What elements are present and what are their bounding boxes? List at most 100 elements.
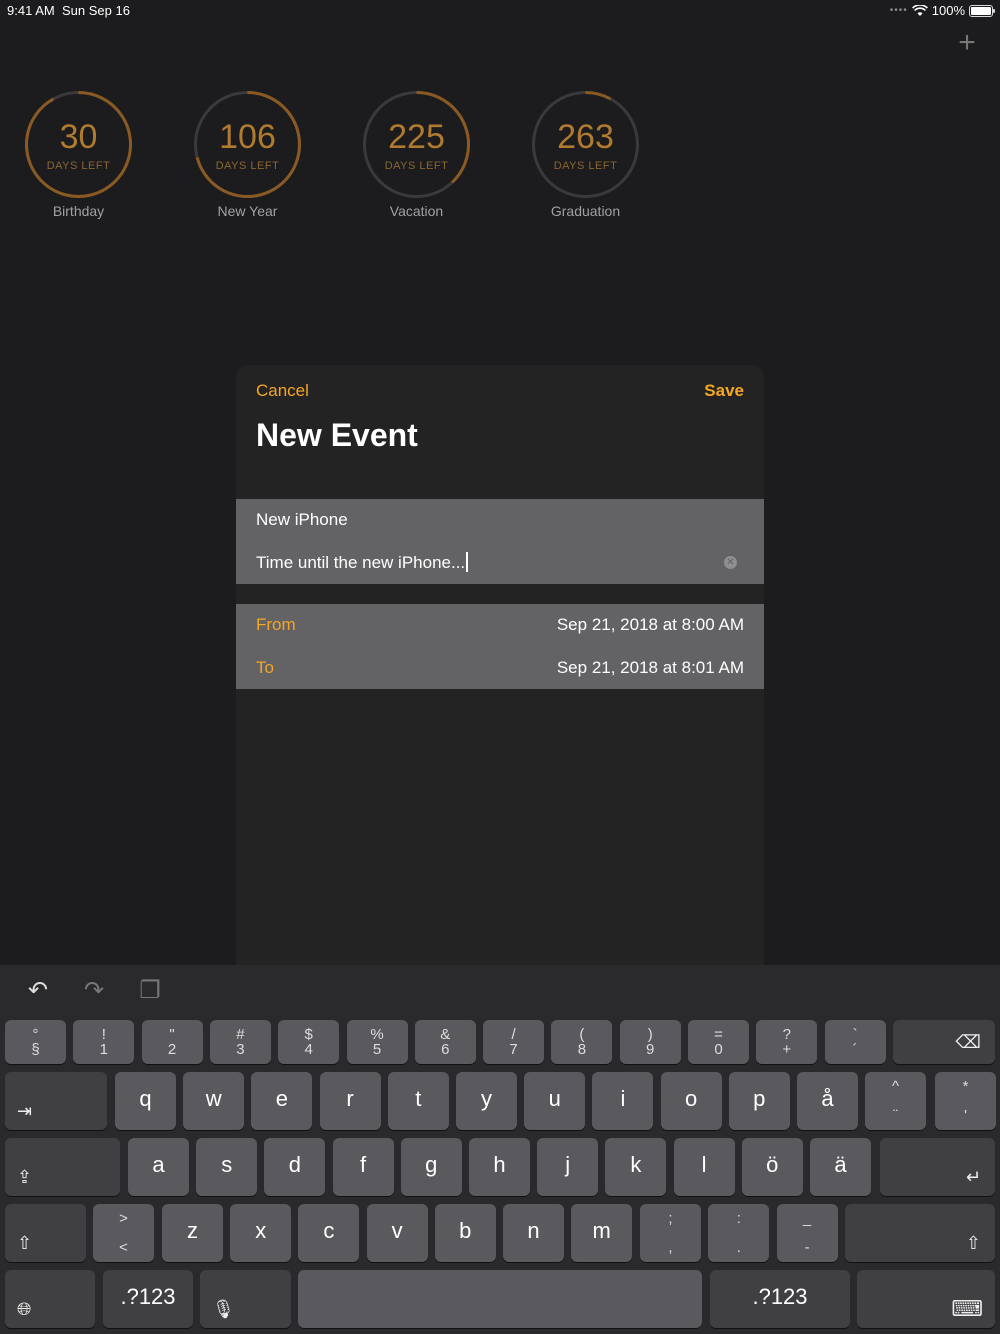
key-num-7[interactable]: /7	[483, 1020, 545, 1064]
key-label: e	[275, 1086, 289, 1111]
hide-keyboard-key[interactable]: ⌨	[857, 1270, 995, 1328]
key-letter[interactable]: r	[319, 1072, 381, 1130]
key-letter[interactable]: x	[230, 1204, 292, 1262]
to-row[interactable]: To Sep 21, 2018 at 8:01 AM	[256, 647, 744, 689]
from-label: From	[256, 615, 296, 634]
key-letter[interactable]: e	[251, 1072, 313, 1130]
key-label: z	[187, 1218, 198, 1243]
key-letter[interactable]: b	[434, 1204, 496, 1262]
key-letter[interactable]: i	[592, 1072, 654, 1130]
days-left-label: DAYS LEFT	[553, 160, 618, 172]
redo-icon[interactable]: ↷	[80, 977, 108, 1005]
key-num-12[interactable]: ` ´	[824, 1020, 886, 1064]
key-num-5[interactable]: % 5	[346, 1020, 408, 1064]
key-letter[interactable]: z	[162, 1204, 223, 1262]
key-num-6[interactable]: & 6	[414, 1020, 476, 1064]
countdown-list: 30 DAYS LEFT Birthday 106 DAYS LEFT New …	[24, 90, 640, 219]
key-shift-label: >	[119, 1210, 128, 1227]
key-letter[interactable]: p	[728, 1072, 790, 1130]
key-letter[interactable]: t	[387, 1072, 449, 1130]
countdown-new-year[interactable]: 106 DAYS LEFT New Year	[193, 90, 302, 219]
key-num-9[interactable]: ) 9	[619, 1020, 681, 1064]
key-letter[interactable]: f	[332, 1138, 394, 1196]
key-label: q	[139, 1086, 152, 1111]
caps-lock-key[interactable]: ⇪	[5, 1138, 120, 1196]
clear-text-icon[interactable]: ✕	[724, 556, 737, 569]
key-base-label: 6	[441, 1041, 450, 1058]
numbers-key-left[interactable]: .?123	[103, 1270, 193, 1328]
key-label: n	[527, 1218, 540, 1243]
key-letter[interactable]: ö	[741, 1138, 803, 1196]
key-letter[interactable]: m	[571, 1204, 633, 1262]
key-letter[interactable]: h	[469, 1138, 530, 1196]
key-letter[interactable]: c	[298, 1204, 360, 1262]
key-letter[interactable]: v	[366, 1204, 428, 1262]
key-letter[interactable]: w	[183, 1072, 245, 1130]
key-symbol[interactable]: ^ ¨	[865, 1072, 926, 1130]
key-base-label: 0	[714, 1041, 723, 1058]
key-letter[interactable]: d	[264, 1138, 326, 1196]
dictation-key[interactable]: 🎙︎	[200, 1270, 291, 1328]
key-num-3[interactable]: #3	[209, 1020, 271, 1064]
tab-key[interactable]: ⇥	[5, 1072, 107, 1130]
key-base-label: 7	[509, 1041, 518, 1058]
from-row[interactable]: From Sep 21, 2018 at 8:00 AM	[256, 604, 744, 646]
key-label: s	[221, 1152, 233, 1177]
key-num-0[interactable]: ° §	[5, 1020, 66, 1064]
key-symbol[interactable]: :.	[708, 1204, 770, 1262]
key-letter[interactable]: j	[537, 1138, 599, 1196]
key-letter[interactable]: q	[115, 1072, 176, 1130]
key-letter[interactable]: u	[524, 1072, 586, 1130]
key-letter[interactable]: s	[196, 1138, 258, 1196]
space-bar[interactable]	[298, 1270, 702, 1328]
status-bar: 9:41 AM Sun Sep 16 •••• 100%	[0, 0, 1000, 20]
battery-icon	[969, 4, 995, 17]
key-letter[interactable]: o	[660, 1072, 722, 1130]
key-shift-label: *	[962, 1078, 969, 1095]
globe-key[interactable]: 🌐︎	[5, 1270, 95, 1328]
event-description-field[interactable]: Time until the new iPhone...	[256, 542, 744, 584]
right-shift-key[interactable]: ⇧	[845, 1204, 995, 1262]
key-letter[interactable]: l	[673, 1138, 735, 1196]
key-base-label: ,	[668, 1239, 673, 1256]
key-num-2[interactable]: " 2	[141, 1020, 203, 1064]
key-num-8[interactable]: (8	[551, 1020, 613, 1064]
key-symbol[interactable]: > <	[93, 1204, 154, 1262]
key-letter[interactable]: n	[503, 1204, 564, 1262]
delete-key[interactable]: ⌫	[893, 1020, 995, 1064]
return-key[interactable]: ↵	[880, 1138, 995, 1196]
key-num-10[interactable]: = 0	[688, 1020, 749, 1064]
key-symbol[interactable]: * '	[935, 1072, 996, 1130]
key-letter[interactable]: k	[605, 1138, 667, 1196]
to-value: Sep 21, 2018 at 8:01 AM	[556, 658, 744, 677]
countdown-graduation[interactable]: 263 DAYS LEFT Graduation	[531, 90, 640, 219]
numbers-key-right[interactable]: .?123	[710, 1270, 850, 1328]
key-label: w	[205, 1086, 222, 1111]
shift-icon: ⇧	[965, 1233, 981, 1253]
key-base-label: <	[119, 1239, 128, 1256]
key-letter[interactable]: ä	[810, 1138, 871, 1196]
key-letter[interactable]: a	[128, 1138, 189, 1196]
ring-progress-arc	[585, 91, 612, 101]
key-num-11[interactable]: ? +	[756, 1020, 818, 1064]
undo-icon[interactable]: ↶	[24, 977, 52, 1005]
cancel-button[interactable]: Cancel	[256, 381, 309, 401]
key-letter[interactable]: g	[400, 1138, 462, 1196]
key-letter[interactable]: å	[797, 1072, 858, 1130]
key-label: d	[288, 1152, 302, 1177]
key-num-4[interactable]: $4	[278, 1020, 340, 1064]
event-details-group: New iPhone Time until the new iPhone... …	[236, 499, 764, 584]
key-letter[interactable]: y	[456, 1072, 517, 1130]
key-num-1[interactable]: ! 1	[73, 1020, 135, 1064]
countdown-vacation[interactable]: 225 DAYS LEFT Vacation	[362, 90, 471, 219]
key-symbol[interactable]: ;,	[640, 1204, 701, 1262]
left-shift-key[interactable]: ⇧	[5, 1204, 86, 1262]
save-button[interactable]: Save	[704, 381, 744, 401]
paste-icon[interactable]: ❐	[136, 977, 164, 1005]
key-symbol[interactable]: _ -	[776, 1204, 838, 1262]
countdown-birthday[interactable]: 30 DAYS LEFT Birthday	[24, 90, 133, 219]
event-name-value: New iPhone	[256, 510, 348, 529]
key-label: a	[152, 1152, 165, 1177]
add-event-button[interactable]: +	[952, 28, 982, 58]
event-name-field[interactable]: New iPhone	[256, 499, 744, 541]
